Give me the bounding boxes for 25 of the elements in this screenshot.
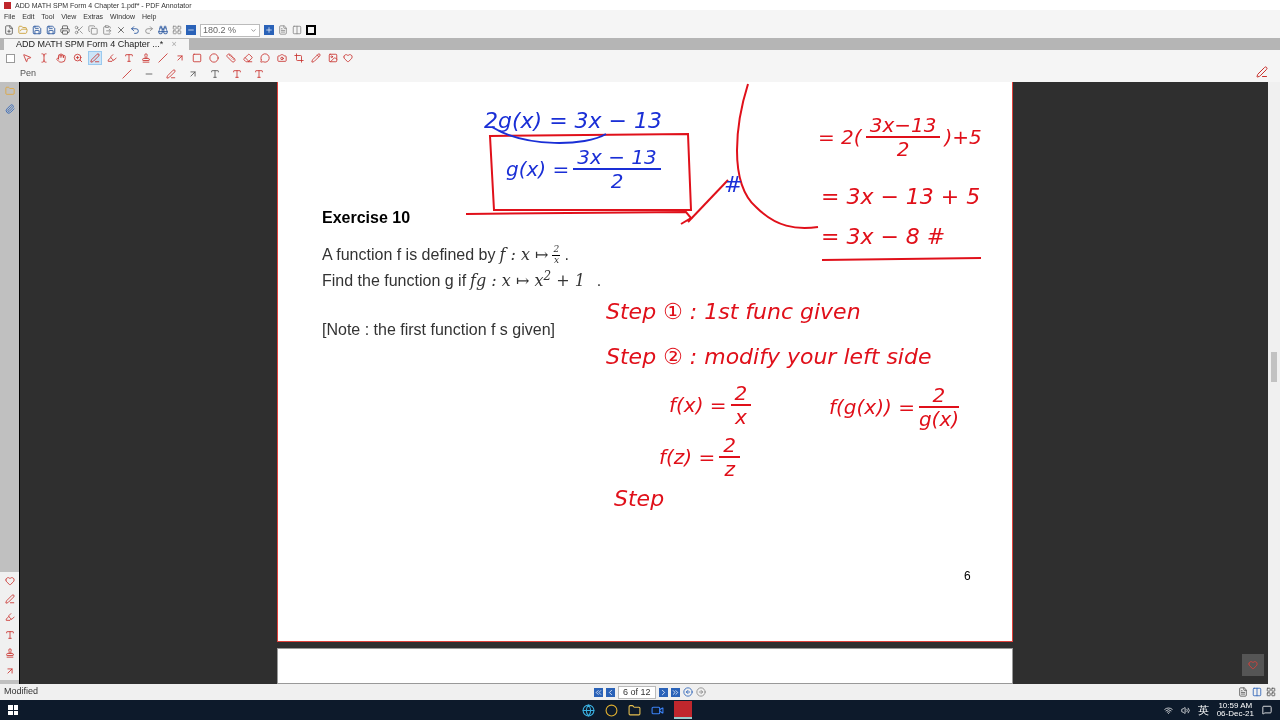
handwritten-text: = 3x − 8 #	[821, 223, 946, 251]
document-tab[interactable]: ADD MATH SPM Form 4 Chapter ...* ×	[4, 39, 189, 50]
period-text: .	[564, 245, 569, 265]
clock-time: 10:59 AM	[1218, 702, 1253, 710]
math-expression: fg : x ↦ x$^{2}$ + 1	[470, 269, 585, 292]
handwritten-text: #	[724, 171, 743, 199]
page-field[interactable]: 6 of 12	[618, 685, 656, 699]
handwritten-text: = 3x − 13 + 5	[821, 183, 981, 211]
handwritten-text: Step ② : modify your left side	[606, 343, 932, 371]
zoom-field[interactable]: 180.2 %	[200, 23, 260, 37]
handwritten-text: Step ① : 1st func given	[606, 298, 861, 326]
question-text: Find the function g if	[322, 271, 467, 291]
status-text: Modified	[4, 685, 39, 699]
note-text: [Note : the first function f s given]	[322, 320, 556, 340]
tool-name: Pen	[20, 67, 37, 81]
exercise-heading: Exercise 10	[322, 208, 412, 228]
period-text: .	[596, 271, 602, 291]
question-text: A function f is defined by	[322, 245, 496, 265]
math-fraction: 2 x	[552, 245, 561, 265]
language-indicator[interactable]: 英	[1197, 701, 1209, 719]
handwritten-text: Step	[614, 485, 665, 513]
clock-date: 06-Dec-21	[1216, 710, 1254, 718]
math-expression: f : x ↦	[499, 244, 549, 266]
page-number: 6	[964, 568, 971, 585]
handwritten-text: 2g(x) = 3x − 13	[484, 107, 662, 135]
